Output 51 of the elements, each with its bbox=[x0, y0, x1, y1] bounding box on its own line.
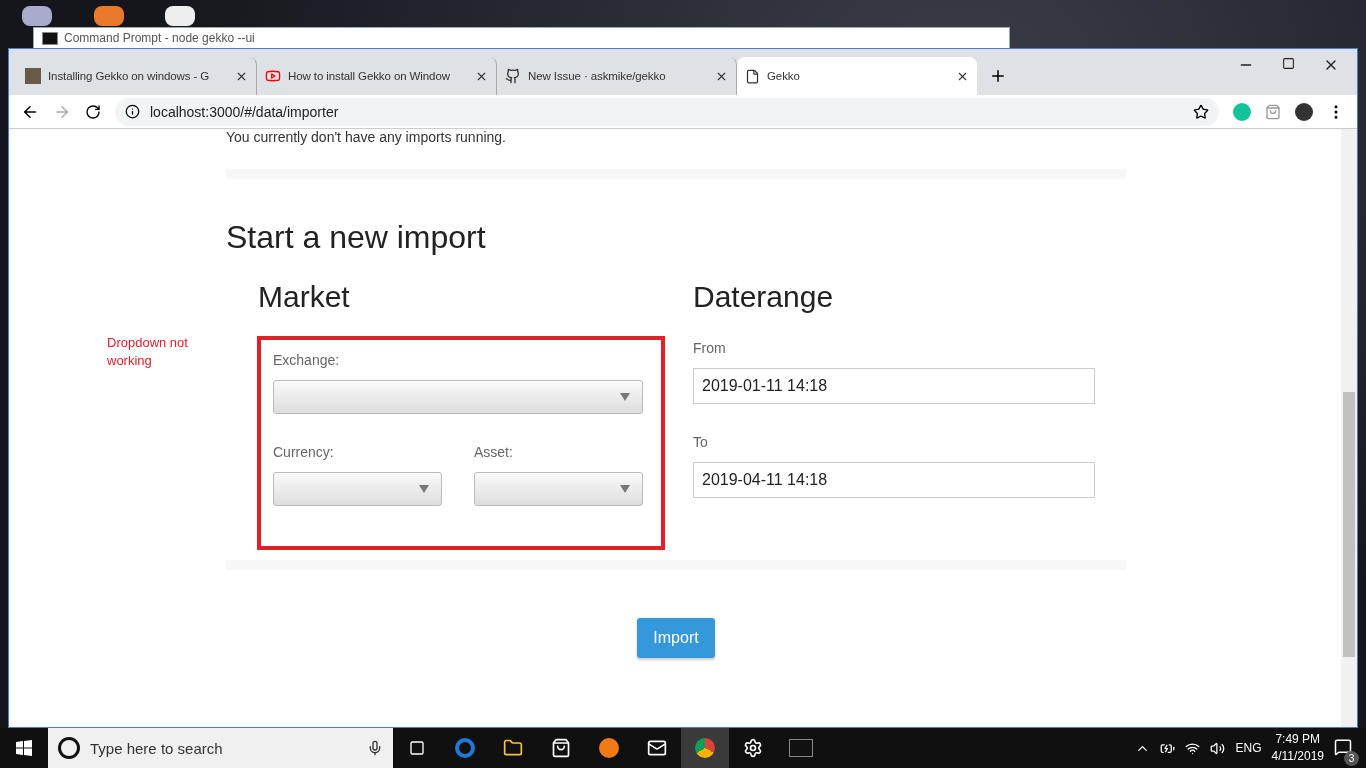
field-label: From bbox=[693, 340, 727, 356]
annotation-note: Dropdown not working bbox=[107, 334, 189, 370]
wifi-icon[interactable] bbox=[1185, 740, 1201, 756]
command-prompt-window[interactable]: Command Prompt - node gekko --ui bbox=[33, 27, 1010, 49]
avatar-icon bbox=[25, 68, 41, 84]
notification-count: 3 bbox=[1344, 750, 1359, 766]
terminal-icon bbox=[42, 31, 58, 45]
settings-icon[interactable] bbox=[743, 738, 763, 758]
browser-tab[interactable]: Gekko bbox=[737, 57, 977, 95]
speaker-icon[interactable] bbox=[1210, 740, 1226, 756]
section-heading: Start a new import bbox=[226, 219, 487, 256]
search-field[interactable]: Type here to search bbox=[48, 728, 393, 768]
maximize-icon[interactable] bbox=[1282, 57, 1295, 70]
cortana-icon bbox=[58, 737, 80, 759]
microphone-icon[interactable] bbox=[367, 740, 383, 756]
caret-icon bbox=[419, 485, 429, 493]
bag-icon[interactable] bbox=[1265, 103, 1281, 120]
reload-icon[interactable] bbox=[85, 103, 101, 120]
caret-icon bbox=[620, 393, 630, 401]
notification-icon[interactable] bbox=[1334, 737, 1352, 756]
folder-icon[interactable] bbox=[503, 738, 523, 758]
star-icon[interactable] bbox=[1193, 103, 1209, 120]
field-label: To bbox=[693, 434, 709, 450]
language-indicator[interactable]: ENG bbox=[1235, 741, 1262, 755]
play-icon bbox=[265, 68, 281, 84]
page-icon bbox=[745, 68, 760, 84]
mail-icon[interactable] bbox=[647, 738, 667, 758]
address-bar[interactable]: localhost:3000/#/data/importer bbox=[115, 97, 1219, 126]
field-label: Exchange: bbox=[273, 352, 341, 368]
info-icon bbox=[125, 104, 140, 119]
terminal-icon[interactable] bbox=[789, 739, 813, 757]
windows-logo-icon[interactable] bbox=[16, 740, 32, 756]
task-view-icon[interactable] bbox=[409, 740, 425, 756]
field-label: Currency: bbox=[273, 444, 335, 460]
browser-tab[interactable]: Installing Gekko on windows - G bbox=[17, 57, 257, 95]
window-title: Command Prompt - node gekko --ui bbox=[64, 31, 256, 45]
new-tab-icon[interactable] bbox=[989, 67, 1007, 85]
browser-tab[interactable]: How to install Gekko on Window bbox=[257, 57, 497, 95]
clock[interactable]: 7:49 PM 4/11/2019 bbox=[1271, 731, 1324, 765]
cat-icon bbox=[505, 68, 521, 84]
store-icon[interactable] bbox=[551, 738, 571, 758]
to-date-field[interactable]: 2019-04-11 14:18 bbox=[693, 462, 1095, 498]
field-label: Asset: bbox=[474, 444, 514, 460]
market-heading: Market bbox=[258, 280, 351, 314]
scrollbar[interactable] bbox=[1341, 129, 1357, 727]
caret-icon bbox=[620, 485, 630, 493]
status-text: You currently don't have any imports running. bbox=[226, 129, 507, 145]
daterange-heading: Daterange bbox=[693, 280, 835, 314]
from-date-field[interactable]: 2019-01-11 14:18 bbox=[693, 368, 1095, 404]
profile-avatar[interactable] bbox=[1295, 102, 1313, 121]
chrome-icon[interactable] bbox=[695, 738, 715, 758]
